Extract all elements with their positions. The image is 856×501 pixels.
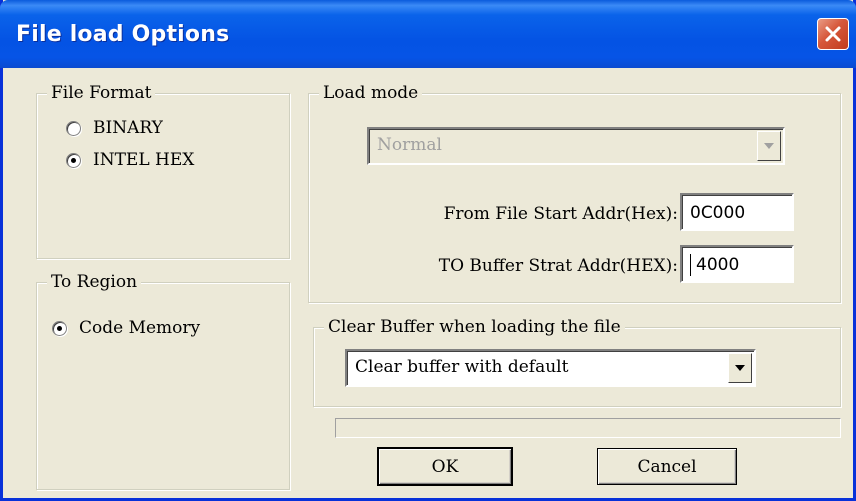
- load-mode-legend: Load mode: [319, 82, 423, 104]
- load-mode-group: Load mode Normal From File Start Addr(He…: [308, 82, 841, 303]
- radio-intel-hex[interactable]: INTEL HEX: [66, 150, 194, 170]
- clear-buffer-group: Clear Buffer when loading the file Clear…: [313, 316, 841, 407]
- load-mode-dropdown-button[interactable]: [757, 131, 781, 161]
- radio-code-memory[interactable]: Code Memory: [52, 318, 200, 338]
- load-mode-select[interactable]: Normal: [367, 127, 785, 165]
- progress-bar: [335, 418, 841, 438]
- chevron-down-icon: [735, 365, 745, 371]
- close-icon: [825, 26, 841, 42]
- clear-buffer-value: Clear buffer with default: [355, 357, 569, 377]
- clear-buffer-legend: Clear Buffer when loading the file: [324, 316, 625, 338]
- to-buffer-addr-label: TO Buffer Strat Addr(HEX):: [438, 256, 678, 276]
- radio-code-memory-label: Code Memory: [79, 318, 201, 338]
- radio-binary-label: BINARY: [93, 118, 163, 138]
- to-buffer-addr-value: 4000: [696, 255, 740, 275]
- window-title: File load Options: [16, 22, 230, 47]
- title-bar[interactable]: File load Options: [0, 0, 856, 68]
- load-mode-value: Normal: [377, 135, 442, 155]
- text-caret: [690, 254, 691, 276]
- file-load-options-dialog: File load Options File Format BINARY INT…: [0, 0, 856, 501]
- from-start-addr-label: From File Start Addr(Hex):: [443, 204, 678, 224]
- close-button[interactable]: [817, 18, 849, 50]
- radio-code-memory-indicator[interactable]: [52, 320, 67, 336]
- clear-buffer-dropdown-button[interactable]: [728, 353, 752, 383]
- radio-binary[interactable]: BINARY: [66, 118, 163, 138]
- clear-buffer-select[interactable]: Clear buffer with default: [345, 349, 756, 387]
- file-format-group: File Format BINARY INTEL HEX: [36, 82, 290, 259]
- radio-intel-hex-indicator[interactable]: [66, 152, 81, 168]
- radio-intel-hex-label: INTEL HEX: [93, 150, 195, 170]
- to-region-legend: To Region: [47, 271, 142, 293]
- to-region-group: To Region Code Memory: [36, 271, 290, 490]
- from-start-addr-value: 0C000: [690, 203, 746, 223]
- file-format-legend: File Format: [47, 82, 156, 104]
- cancel-button-label: Cancel: [637, 456, 697, 477]
- ok-button-label: OK: [431, 456, 459, 477]
- radio-binary-indicator[interactable]: [66, 120, 81, 136]
- to-buffer-addr-input[interactable]: 4000: [680, 245, 794, 283]
- from-start-addr-input[interactable]: 0C000: [680, 193, 794, 231]
- chevron-down-icon: [764, 143, 774, 149]
- cancel-button[interactable]: Cancel: [597, 448, 737, 485]
- ok-button[interactable]: OK: [377, 447, 513, 486]
